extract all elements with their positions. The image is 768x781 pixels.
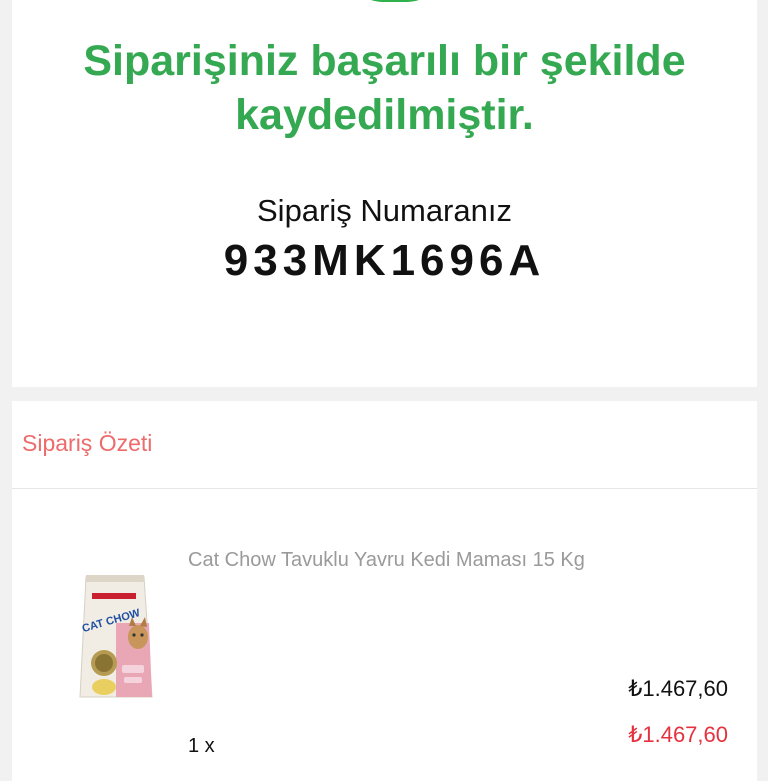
product-name[interactable]: Cat Chow Tavuklu Yavru Kedi Maması 15 Kg: [188, 540, 608, 581]
check-circle-icon: [347, 0, 443, 2]
order-number-label: Sipariş Numaranız: [257, 193, 512, 228]
order-number: 933MK1696A: [223, 236, 546, 285]
quantity: 1 x: [188, 735, 215, 757]
unit-price: ₺1.467,60: [628, 676, 728, 701]
cat-food-bag-image[interactable]: CAT CHOW: [72, 571, 160, 703]
order-summary-title: Sipariş Özeti: [22, 430, 153, 456]
divider: [12, 488, 757, 489]
success-message: Siparişiniz başarılı bir şekilde kaydedi…: [83, 37, 686, 139]
order-summary-card: Sipariş Özeti CAT CHOW Cat Chow Tavuklu …: [12, 401, 757, 781]
confirmation-card: Siparişiniz başarılı bir şekilde kaydedi…: [12, 0, 757, 387]
total-price: ₺1.467,60: [628, 722, 728, 747]
